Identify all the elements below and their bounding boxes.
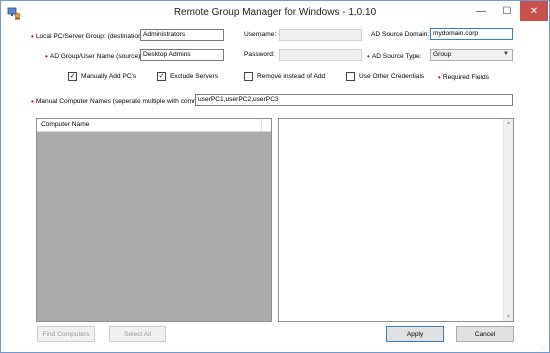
checkbox-box[interactable] bbox=[346, 72, 355, 81]
column-header-computer-name[interactable]: Computer Name bbox=[41, 121, 89, 128]
local-group-input[interactable]: Administrators bbox=[140, 29, 224, 41]
local-group-label-text: Local PC/Server Group: (destination) bbox=[35, 33, 144, 40]
output-textarea[interactable]: ▲ ▼ bbox=[278, 118, 514, 322]
ad-type-select[interactable]: Group ▼ bbox=[430, 49, 513, 61]
required-fields-text: Required Fields bbox=[442, 74, 489, 81]
column-divider bbox=[261, 119, 262, 131]
minimize-button[interactable]: — bbox=[468, 1, 494, 21]
use-other-credentials-checkbox[interactable]: Use Other Credentials bbox=[346, 72, 424, 81]
scroll-down-icon[interactable]: ▼ bbox=[504, 314, 513, 320]
select-all-button[interactable]: Select All bbox=[109, 326, 166, 342]
required-fields-note: • Required Fields bbox=[438, 72, 489, 82]
window-title: Remote Group Manager for Windows - 1.0.1… bbox=[173, 7, 377, 18]
local-group-label: • Local PC/Server Group: (destination) bbox=[31, 31, 144, 41]
check-icon: ✓ bbox=[158, 73, 165, 80]
required-marker: • bbox=[367, 52, 370, 61]
ad-type-selected: Group bbox=[433, 51, 452, 58]
ad-domain-input[interactable]: mydomain.corp bbox=[430, 28, 513, 40]
remove-instead-checkbox[interactable]: Remove instead of Add bbox=[244, 72, 325, 81]
ad-type-label: • AD Source Type: bbox=[367, 51, 422, 61]
manually-add-pcs-checkbox[interactable]: ✓ Manually Add PC's bbox=[68, 72, 136, 81]
required-marker: • bbox=[31, 97, 34, 106]
maximize-button[interactable]: ☐ bbox=[494, 1, 520, 21]
check-icon: ✓ bbox=[69, 73, 76, 80]
chevron-down-icon: ▼ bbox=[503, 51, 509, 57]
cancel-button[interactable]: Cancel bbox=[456, 326, 514, 342]
vertical-scrollbar[interactable]: ▲ ▼ bbox=[503, 119, 513, 321]
exclude-servers-label: Exclude Servers bbox=[170, 73, 219, 80]
close-button[interactable]: ✕ bbox=[520, 1, 548, 21]
checkbox-box[interactable]: ✓ bbox=[68, 72, 77, 81]
use-other-credentials-label: Use Other Credentials bbox=[359, 73, 425, 80]
resize-grip-icon[interactable]: ⋰ bbox=[541, 343, 547, 350]
required-marker: • bbox=[438, 73, 441, 82]
ad-domain-label: AD Source Domain: bbox=[371, 31, 430, 38]
manual-names-label-text: Manual Computer Names (seperate multiple… bbox=[35, 98, 211, 105]
exclude-servers-checkbox[interactable]: ✓ Exclude Servers bbox=[157, 72, 218, 81]
required-marker: • bbox=[31, 32, 34, 41]
manual-names-input[interactable]: userPC1,userPC2,userPC3 bbox=[195, 94, 513, 106]
apply-button[interactable]: Apply bbox=[386, 326, 444, 342]
manual-names-label: • Manual Computer Names (seperate multipl… bbox=[31, 96, 211, 106]
password-input[interactable] bbox=[279, 49, 362, 61]
find-computers-button[interactable]: Find Computers bbox=[37, 326, 95, 342]
ad-type-label-text: AD Source Type: bbox=[371, 53, 422, 60]
ad-group-label-text: AD Group/User Name (source): bbox=[49, 53, 143, 60]
username-label: Username: bbox=[244, 31, 277, 38]
remove-instead-label: Remove instead of Add bbox=[257, 73, 326, 80]
close-icon: ✕ bbox=[529, 5, 539, 17]
manually-add-pcs-label: Manually Add PC's bbox=[81, 73, 137, 80]
checkbox-box[interactable] bbox=[244, 72, 253, 81]
required-marker: • bbox=[45, 52, 48, 61]
computer-list[interactable]: Computer Name bbox=[36, 118, 272, 322]
title-bar[interactable]: Remote Group Manager for Windows - 1.0.1… bbox=[1, 1, 549, 27]
app-window: Remote Group Manager for Windows - 1.0.1… bbox=[0, 0, 550, 353]
maximize-icon: ☐ bbox=[502, 5, 512, 17]
password-label: Password: bbox=[244, 51, 275, 58]
minimize-icon: — bbox=[476, 5, 486, 17]
ad-group-input[interactable]: Desktop Admins bbox=[140, 49, 224, 61]
username-input[interactable] bbox=[279, 29, 362, 41]
scroll-up-icon[interactable]: ▲ bbox=[504, 120, 513, 126]
ad-group-label: • AD Group/User Name (source): bbox=[45, 51, 143, 61]
computer-list-header[interactable]: Computer Name bbox=[37, 119, 271, 132]
checkbox-box[interactable]: ✓ bbox=[157, 72, 166, 81]
